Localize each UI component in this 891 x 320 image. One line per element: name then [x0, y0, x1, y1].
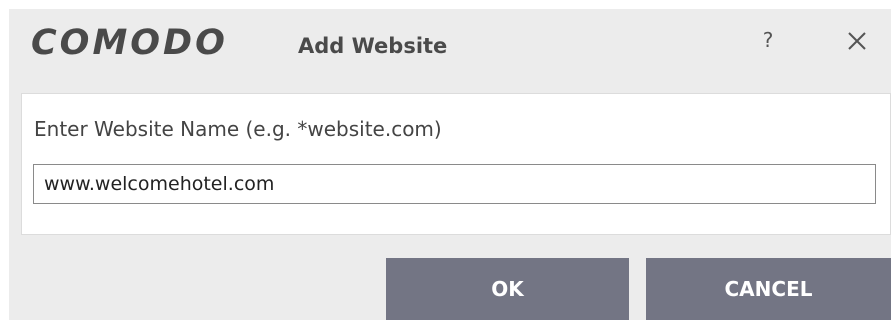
- title-bar: COMODO Add Website ?: [9, 9, 891, 84]
- help-button[interactable]: ?: [755, 25, 781, 55]
- close-button[interactable]: [843, 27, 871, 55]
- website-name-label: Enter Website Name (e.g. *website.com): [34, 117, 442, 141]
- website-name-input[interactable]: [33, 164, 876, 204]
- comodo-logo: COMODO: [31, 23, 228, 63]
- dialog-title: Add Website: [298, 34, 448, 58]
- add-website-dialog: COMODO Add Website ? Enter Website Name …: [9, 9, 891, 320]
- website-entry-panel: Enter Website Name (e.g. *website.com): [21, 93, 891, 235]
- cancel-button[interactable]: CANCEL: [646, 258, 891, 320]
- ok-button[interactable]: OK: [386, 258, 629, 320]
- close-icon: [848, 32, 866, 50]
